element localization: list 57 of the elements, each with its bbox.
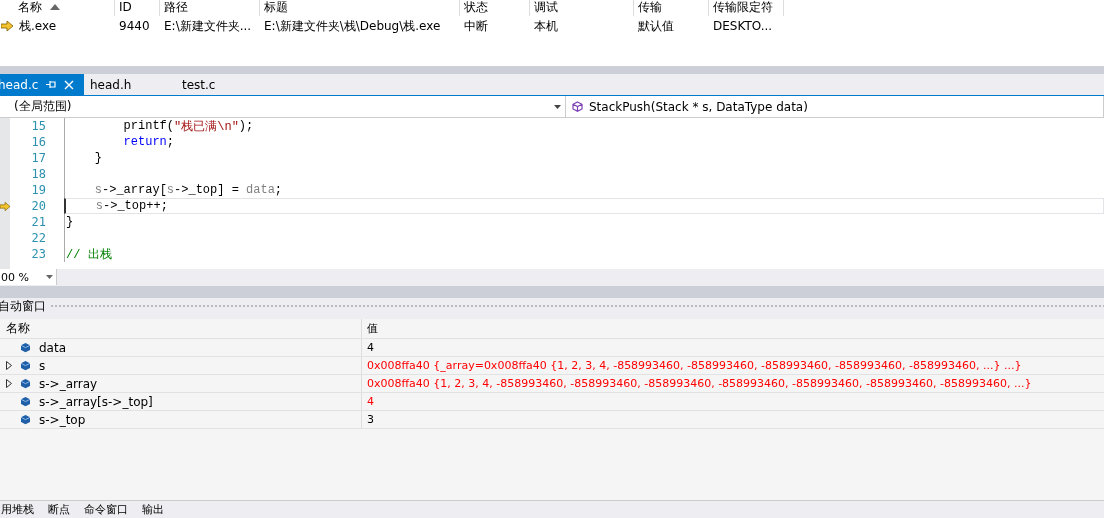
code-line: }: [64, 214, 1104, 230]
current-line-arrow-icon: [0, 201, 10, 211]
panel-tab[interactable]: 命令窗口: [84, 502, 128, 517]
editor-tab[interactable]: head.h: [84, 74, 176, 95]
code-line: s->_array[s->_top] = data;: [64, 182, 1104, 198]
line-number: 16: [30, 135, 46, 149]
panel-tab[interactable]: 用堆栈: [1, 502, 34, 517]
variable-icon: [20, 396, 31, 407]
variable-icon: [20, 360, 31, 371]
close-icon[interactable]: [64, 79, 75, 90]
code-line: // 出栈: [64, 246, 1104, 262]
code-line: return;: [64, 134, 1104, 150]
editor-tab[interactable]: test.c: [176, 74, 268, 95]
pin-icon[interactable]: [46, 80, 57, 89]
dropdown-arrow-icon: [46, 275, 53, 279]
table-cell: 中断: [464, 17, 488, 35]
panel-tab[interactable]: 断点: [48, 502, 70, 517]
column-header[interactable]: 名称: [0, 319, 362, 338]
cube-icon: [572, 101, 583, 112]
zoom-dropdown[interactable]: 00 %: [0, 269, 57, 285]
line-number: 18: [30, 167, 46, 181]
table-cell: 栈.exe: [19, 17, 57, 35]
line-number: 19: [30, 183, 46, 197]
code-line: printf("栈已满\n");: [64, 118, 1104, 134]
line-number: 20: [30, 199, 46, 213]
variable-value: 4: [367, 341, 374, 354]
panel-tab[interactable]: 输出: [142, 502, 164, 517]
variable-name: s: [39, 358, 46, 373]
column-header[interactable]: 值: [362, 319, 1104, 338]
table-cell: 本机: [534, 17, 558, 35]
variable-name: s->_array[s->_top]: [39, 394, 153, 409]
variable-icon: [20, 414, 31, 425]
variable-icon: [20, 378, 31, 389]
line-number: 22: [30, 231, 46, 245]
table-cell: DESKTO...: [713, 19, 773, 33]
table-cell: 9440: [119, 19, 150, 33]
variable-value: 3: [367, 413, 374, 426]
variable-value: 0x008ffa40 {_array=0x008ffa40 {1, 2, 3, 4, -858993460, -858993460, -858993460, -858993460, -858993460, ...} ...}: [367, 359, 1022, 372]
table-cell: E:\新建文件夹\栈\Debug\栈.exe: [264, 17, 441, 35]
function-dropdown[interactable]: StackPush(Stack * s, DataType data): [566, 96, 1104, 117]
scope-dropdown[interactable]: (全局范围): [0, 96, 566, 117]
variable-icon: [20, 342, 31, 353]
table-cell: E:\新建文件夹...: [164, 17, 252, 35]
panel-title: 自动窗口: [0, 298, 46, 315]
variable-name: data: [39, 340, 67, 355]
line-number: 23: [30, 247, 46, 261]
variable-name: s->_array: [39, 376, 98, 391]
line-number: 17: [30, 151, 46, 165]
variable-name: s->_top: [39, 412, 86, 427]
table-cell: 默认值: [638, 17, 674, 35]
dropdown-arrow-icon: [554, 104, 561, 109]
line-number: 21: [30, 215, 46, 229]
line-number: 15: [30, 119, 46, 133]
variable-value: 4: [367, 395, 374, 408]
sort-up-icon: [50, 4, 60, 10]
variable-value: 0x008ffa40 {1, 2, 3, 4, -858993460, -858993460, -858993460, -858993460, -858993460, -858993460, -858993460, ...}: [367, 377, 1032, 390]
code-line: }: [64, 150, 1104, 166]
